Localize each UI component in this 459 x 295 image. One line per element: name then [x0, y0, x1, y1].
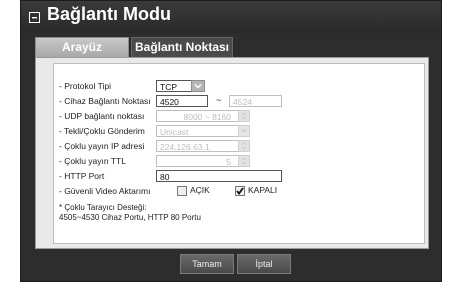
udp-port-field: 8000 ~ 8160	[156, 110, 250, 122]
network-icon	[29, 12, 40, 23]
device-port-to-input: 4524	[229, 95, 282, 107]
tab-port[interactable]: Bağlantı Noktası	[131, 37, 233, 58]
unicast-dropdown-button	[238, 125, 250, 137]
secure-video-label: - Güvenli Video Aktarımı	[59, 186, 151, 196]
multicast-ttl-spinner	[238, 155, 250, 167]
chevron-down-icon	[194, 83, 202, 89]
protocol-label: - Protokol Tipi	[59, 81, 111, 91]
device-port-from-input[interactable]: 4520	[156, 95, 208, 107]
multicast-ip-label: - Çoklu yayın IP adresi	[59, 141, 145, 151]
ok-button[interactable]: Tamam	[180, 254, 234, 274]
spinner-arrows-icon	[241, 142, 247, 150]
multicast-ip-spinner	[238, 140, 250, 152]
browser-support-detail: 4505~4530 Cihaz Portu, HTTP 80 Portu	[59, 213, 201, 222]
spinner-arrows-icon	[241, 157, 247, 165]
port-settings-form: - Protokol Tipi TCP - Cihaz Bağlantı Nok…	[53, 63, 425, 244]
browser-support-note: * Çoklu Tarayıcı Desteği:	[59, 203, 147, 212]
secure-on-checkbox[interactable]	[177, 186, 187, 196]
checkmark-icon	[236, 187, 244, 195]
http-port-input[interactable]: 80	[156, 170, 282, 182]
chevron-down-icon	[241, 129, 247, 133]
multicast-ip-field: 224.126.63.1	[156, 140, 250, 152]
protocol-dropdown-button[interactable]	[191, 80, 205, 92]
http-port-label: - HTTP Port	[59, 171, 105, 181]
secure-on-label: AÇIK	[190, 185, 210, 195]
spinner-arrows-icon	[241, 112, 247, 120]
multicast-ttl-field: 5	[156, 155, 250, 167]
secure-off-label: KAPALI	[248, 185, 278, 195]
unicast-label: - Tekli/Çoklu Gönderim	[59, 126, 145, 136]
unicast-select: Unicast	[156, 125, 250, 137]
settings-panel: - Protokol Tipi TCP - Cihaz Bağlantı Nok…	[35, 57, 429, 249]
tab-interface[interactable]: Arayüz	[35, 37, 129, 58]
udp-port-spinner	[238, 110, 250, 122]
cancel-button[interactable]: İptal	[237, 254, 291, 274]
multicast-ttl-label: - Çoklu yayın TTL	[59, 156, 126, 166]
connection-mode-window: Bağlantı Modu Arayüz Bağlantı Noktası - …	[20, 0, 442, 282]
title-bar: Bağlantı Modu	[21, 1, 441, 33]
udp-port-label: - UDP bağlantı noktası	[59, 111, 145, 121]
secure-off-checkbox[interactable]	[235, 186, 245, 196]
window-title: Bağlantı Modu	[47, 4, 171, 24]
device-port-label: - Cihaz Bağlantı Noktası	[59, 96, 151, 106]
port-range-separator: ~	[216, 95, 222, 105]
protocol-select[interactable]: TCP	[156, 80, 192, 92]
